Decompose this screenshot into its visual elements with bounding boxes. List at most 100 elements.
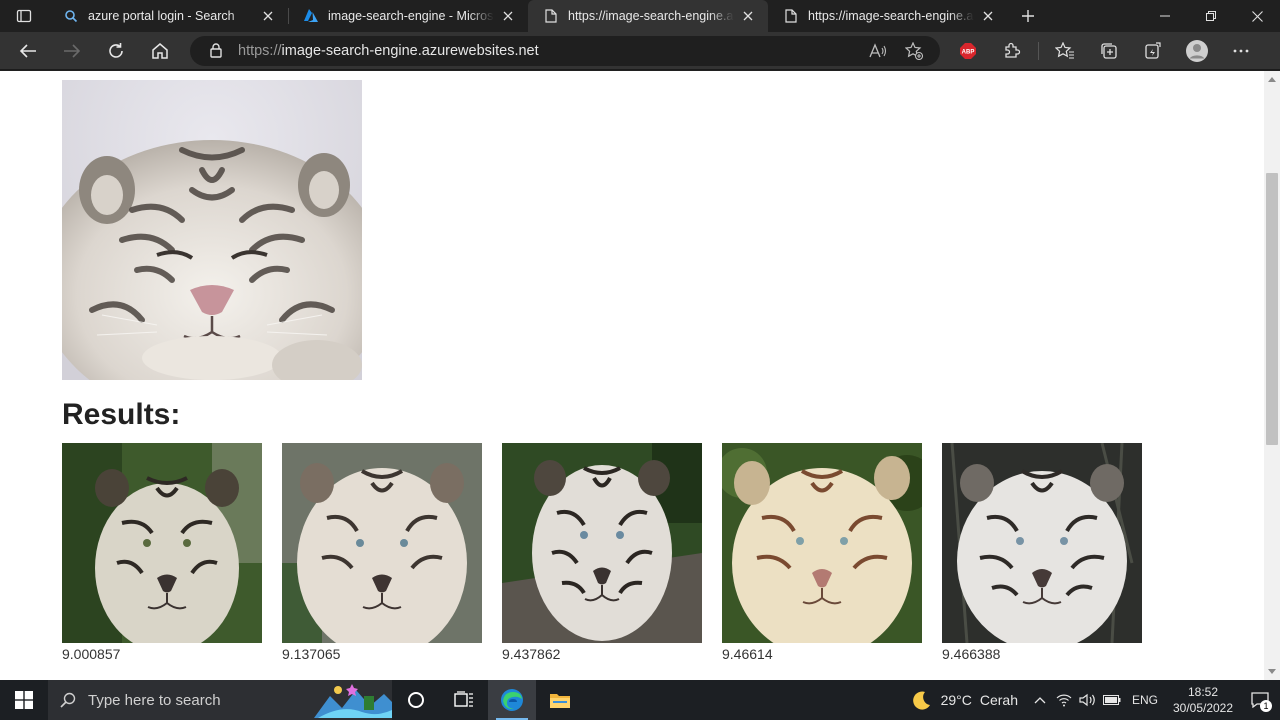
search-icon [62,7,80,25]
performance-button[interactable] [1131,32,1175,70]
result-score: 9.137065 [282,646,341,662]
plus-icon [1022,10,1034,22]
tab-actions-button[interactable] [0,0,48,32]
close-tab-icon[interactable] [498,6,518,26]
close-tab-icon[interactable] [978,6,998,26]
restore-icon [1206,11,1216,21]
collections-icon [1101,42,1117,59]
favorites-button[interactable] [1043,32,1087,70]
result-tiger-image[interactable] [62,443,262,643]
tab-azure-search[interactable]: azure portal login - Search [48,0,288,32]
page-icon [782,7,800,25]
profile-button[interactable] [1175,32,1219,70]
weather-widget[interactable]: 29°C Cerah [901,689,1028,711]
new-tab-button[interactable] [1008,0,1048,32]
tab-actions-icon [16,9,32,23]
system-tray: 29°C Cerah ENG 18:52 30/05/2022 1 [901,680,1280,720]
taskbar-edge-button[interactable] [488,680,536,720]
lock-icon[interactable] [204,43,228,58]
tab-title: azure portal login - Search [88,9,235,23]
result-tiger-image[interactable] [942,443,1142,643]
scrollbar-thumb[interactable] [1266,173,1278,445]
settings-more-button[interactable] [1219,32,1263,70]
tab-title: image-search-engine - Microsoft Azure [328,9,494,23]
weather-condition: Cerah [979,692,1018,708]
clock-date: 30/05/2022 [1172,701,1234,715]
tab-strip: azure portal login - Search image-search… [0,0,1280,32]
back-button[interactable] [6,32,50,70]
avatar-icon [1186,39,1208,62]
result-score: 9.437862 [502,646,561,662]
moon-weather-icon [912,691,930,710]
scroll-up-arrow-icon[interactable] [1268,77,1276,82]
clock[interactable]: 18:52 30/05/2022 [1166,684,1240,716]
show-hidden-icons-button[interactable] [1028,680,1052,720]
task-view-cortana-button[interactable] [392,680,440,720]
address-bar[interactable]: https://image-search-engine.azurewebsite… [190,35,940,66]
result-score: 9.466388 [942,646,1001,662]
results-heading: Results: [62,398,181,431]
tab-azure-portal[interactable]: image-search-engine - Microsoft Azure [288,0,528,32]
url-text[interactable]: https://image-search-engine.azurewebsite… [238,43,860,59]
start-button[interactable] [0,680,48,720]
forward-button[interactable] [50,32,94,70]
input-language[interactable]: ENG [1124,693,1166,707]
browser-toolbar: https://image-search-engine.azurewebsite… [0,32,1280,70]
minimize-button[interactable] [1142,0,1188,32]
scroll-down-arrow-icon[interactable] [1268,669,1276,674]
taskbar: Type here to search 29°C Cerah ENG 18:52… [0,680,1280,720]
tab-title: https://image-search-engine.azurewebsite… [568,9,734,23]
read-aloud-icon[interactable] [860,36,896,66]
home-button[interactable] [138,32,182,70]
close-tab-icon[interactable] [738,6,758,26]
volume-button[interactable] [1076,680,1100,720]
result-item[interactable]: 9.137065 [282,443,482,662]
taskbar-file-explorer-button[interactable] [536,680,584,720]
forward-arrow-icon [64,43,81,58]
add-favorite-icon[interactable] [896,36,932,66]
result-item[interactable]: 9.437862 [502,443,702,662]
close-tab-icon[interactable] [258,6,278,26]
refresh-button[interactable] [94,32,138,70]
taskbar-search-box[interactable]: Type here to search [48,680,392,720]
folder-icon [550,694,570,708]
tab-image-search[interactable]: https://image-search-engine.azurewebsite… [768,0,1008,32]
more-dots-icon [1233,49,1249,52]
clock-time: 18:52 [1187,685,1219,699]
performance-icon [1145,41,1161,59]
action-center-button[interactable]: 1 [1240,680,1280,720]
search-icon [60,692,76,708]
url-host: image-search-engine.azurewebsites.net [281,42,539,59]
task-view-button[interactable] [440,680,488,720]
weather-temp: 29°C [940,692,972,708]
result-tiger-image[interactable] [282,443,482,643]
tab-image-search-active[interactable]: https://image-search-engine.azurewebsite… [528,0,768,32]
result-tiger-image[interactable] [502,443,702,643]
tab-title: https://image-search-engine.azurewebsite… [808,9,974,23]
adblock-plus-icon: ABP [960,42,976,59]
network-button[interactable] [1052,680,1076,720]
puzzle-icon [1005,42,1021,58]
refresh-icon [109,42,123,58]
result-item[interactable]: 9.46614 [722,443,922,662]
result-item[interactable]: 9.000857 [62,443,262,662]
result-score: 9.000857 [62,646,121,662]
adblock-plus-button[interactable]: ABP [946,32,990,70]
restore-button[interactable] [1188,0,1234,32]
edge-browser-icon [501,689,523,711]
toolbar-extensions: ABP [946,32,1263,70]
minimize-icon [1160,15,1170,17]
close-window-button[interactable] [1234,0,1280,32]
page-icon [542,7,560,25]
battery-button[interactable] [1100,680,1124,720]
result-item[interactable]: 9.466388 [942,443,1142,662]
windows-logo-icon [15,691,33,709]
result-tiger-image[interactable] [722,443,922,643]
home-icon [152,42,168,59]
vertical-scrollbar[interactable] [1264,71,1280,680]
query-image [62,80,362,380]
collections-button[interactable] [1087,32,1131,70]
back-arrow-icon [19,43,36,58]
white-tiger-lying-image [62,80,362,380]
extensions-button[interactable] [990,32,1034,70]
